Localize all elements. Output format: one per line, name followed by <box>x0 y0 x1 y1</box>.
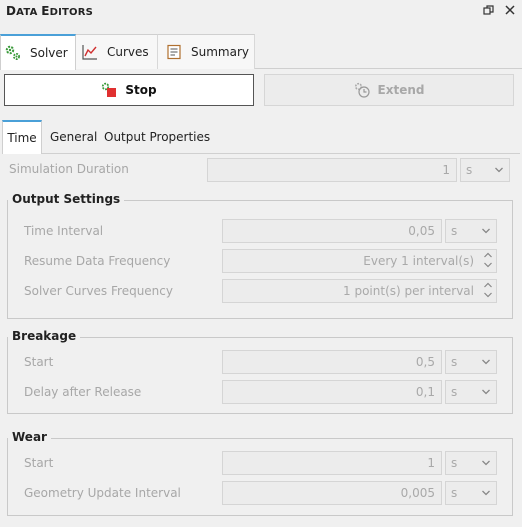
field-value: Every 1 interval(s) <box>363 254 474 268</box>
field-value: 1 point(s) per interval <box>343 284 474 298</box>
unit-value: s <box>466 163 473 177</box>
breakage-start-label: Start <box>24 355 54 369</box>
panel-title: DATA EDITORS <box>6 4 93 18</box>
extend-clock-icon <box>354 82 370 98</box>
field-value: 1 <box>442 163 450 177</box>
field-value: 0,05 <box>408 224 435 238</box>
time-interval-field[interactable]: 0,05 <box>222 219 442 243</box>
breakage-delay-unit-select[interactable]: s <box>445 380 497 404</box>
stop-button[interactable]: Stop <box>4 74 254 106</box>
unit-value: s <box>451 355 458 369</box>
output-settings-title: Output Settings <box>8 192 125 206</box>
breakage-start-unit-select[interactable]: s <box>445 350 497 374</box>
line-chart-icon <box>82 44 98 60</box>
extend-button[interactable]: Extend <box>264 74 514 106</box>
editor-tabs: Solver Curves Summary <box>0 34 522 70</box>
wear-title: Wear <box>8 430 51 444</box>
tab-label: Solver <box>30 46 68 60</box>
title-letter: D <box>6 4 17 18</box>
tab-label: Summary <box>191 45 249 59</box>
subtab-label: General <box>50 130 98 144</box>
subtab-baseline <box>42 153 520 154</box>
tab-summary[interactable]: Summary <box>158 34 255 69</box>
gears-icon <box>5 45 21 61</box>
title-part: DITORS <box>49 7 94 18</box>
resume-frequency-spinbox[interactable]: Every 1 interval(s) <box>222 249 497 273</box>
stop-label: Stop <box>125 83 157 97</box>
panel-title-buttons <box>482 4 516 16</box>
restore-window-icon[interactable] <box>482 4 494 16</box>
breakage-delay-field[interactable]: 0,1 <box>222 380 442 404</box>
wear-start-label: Start <box>24 456 54 470</box>
tab-solver[interactable]: Solver <box>0 34 76 70</box>
spinner-arrows-icon[interactable] <box>484 282 492 298</box>
curves-frequency-spinbox[interactable]: 1 point(s) per interval <box>222 279 497 303</box>
breakage-delay-label: Delay after Release <box>24 385 142 399</box>
title-letter: E <box>41 4 50 18</box>
field-value: 0,5 <box>415 355 435 369</box>
geometry-interval-field[interactable]: 0,005 <box>222 481 442 505</box>
chevron-down-icon <box>482 490 490 496</box>
time-interval-label: Time Interval <box>24 224 104 238</box>
geometry-interval-unit-select[interactable]: s <box>445 481 497 505</box>
subtab-time[interactable]: Time <box>2 120 42 154</box>
unit-value: s <box>451 224 458 238</box>
subtab-label: Output Properties <box>104 130 211 144</box>
chevron-down-icon <box>482 389 490 395</box>
chevron-down-icon <box>495 167 503 173</box>
tab-baseline <box>255 68 522 69</box>
simulation-duration-unit-select[interactable]: s <box>460 158 510 182</box>
simulation-duration-field[interactable]: 1 <box>207 158 457 182</box>
stop-icon <box>101 82 117 98</box>
simulation-duration-label: Simulation Duration <box>9 162 129 176</box>
close-icon[interactable] <box>504 4 516 16</box>
unit-value: s <box>451 456 458 470</box>
breakage-start-field[interactable]: 0,5 <box>222 350 442 374</box>
time-interval-unit-select[interactable]: s <box>445 219 497 243</box>
curves-frequency-label: Solver Curves Frequency <box>24 284 173 298</box>
geometry-interval-label: Geometry Update Interval <box>24 486 181 500</box>
solver-subtabs: Time General Output Properties <box>2 120 522 154</box>
tab-label: Curves <box>107 45 149 59</box>
subtab-label: Time <box>7 131 37 145</box>
field-value: 1 <box>427 456 435 470</box>
spinner-arrows-icon[interactable] <box>484 252 492 268</box>
field-value: 0,1 <box>415 385 435 399</box>
chevron-down-icon <box>482 359 490 365</box>
extend-label: Extend <box>377 83 425 97</box>
wear-start-field[interactable]: 1 <box>222 451 442 475</box>
resume-frequency-label: Resume Data Frequency <box>24 254 171 268</box>
chevron-down-icon <box>482 460 490 466</box>
subtab-output-properties[interactable]: Output Properties <box>98 122 216 152</box>
tab-curves[interactable]: Curves <box>76 34 158 69</box>
unit-value: s <box>451 385 458 399</box>
document-list-icon <box>166 44 182 60</box>
title-part: ATA <box>16 7 42 18</box>
field-value: 0,005 <box>400 486 435 500</box>
unit-value: s <box>451 486 458 500</box>
subtab-general[interactable]: General <box>44 122 103 152</box>
chevron-down-icon <box>482 228 490 234</box>
wear-start-unit-select[interactable]: s <box>445 451 497 475</box>
breakage-title: Breakage <box>8 329 81 343</box>
